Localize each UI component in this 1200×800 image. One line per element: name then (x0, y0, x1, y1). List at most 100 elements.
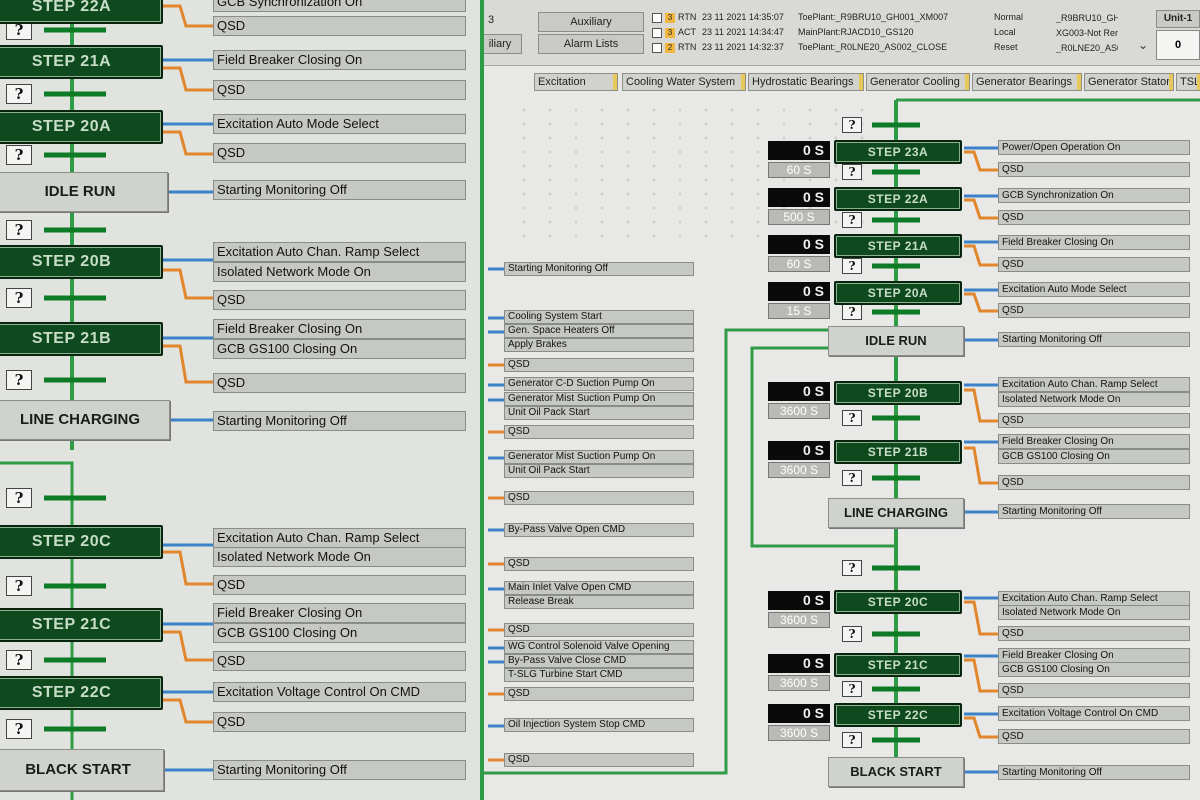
help-button[interactable]: ? (842, 258, 862, 274)
left-signal: Field Breaker Closing On (213, 50, 466, 70)
step-20b-box[interactable]: STEP 20B (0, 245, 163, 279)
help-button[interactable]: ? (842, 410, 862, 426)
help-button[interactable]: ? (6, 370, 32, 390)
step-timer: 0 S (768, 704, 830, 723)
step-20b-box[interactable]: STEP 20B (834, 381, 962, 405)
step-21a-box[interactable]: STEP 21A (0, 45, 163, 79)
step-20a-box[interactable]: STEP 20A (834, 281, 962, 305)
help-button[interactable]: ? (842, 560, 862, 576)
left-signal: QSD (213, 16, 466, 36)
step-label: STEP 21B (867, 445, 929, 459)
background-dot (704, 136, 708, 140)
right-signal: Power/Open Operation On (998, 140, 1190, 155)
help-button[interactable]: ? (842, 732, 862, 748)
step-22a-box[interactable]: STEP 22A (834, 187, 962, 211)
link-line (964, 198, 998, 220)
step-20a-box[interactable]: STEP 20A (0, 110, 163, 144)
black-start-stage[interactable]: BLACK START (828, 757, 964, 787)
background-dot (548, 122, 552, 126)
step-preset: 3600 S (768, 462, 830, 478)
step-21c-box[interactable]: STEP 21C (834, 653, 962, 677)
background-dot (730, 220, 734, 224)
link-line (163, 550, 213, 586)
step-preset: 60 S (768, 256, 830, 272)
right-signal: QSD (998, 303, 1190, 318)
help-button[interactable]: ? (6, 84, 32, 104)
step-21b-box[interactable]: STEP 21B (0, 322, 163, 356)
middle-signal: Starting Monitoring Off (504, 262, 694, 276)
middle-signal: Unit Oil Pack Start (504, 464, 694, 478)
middle-signal: Generator C-D Suction Pump On (504, 377, 694, 391)
link-line (163, 130, 213, 156)
background-dot (756, 220, 760, 224)
help-button[interactable]: ? (6, 576, 32, 596)
background-dot (652, 234, 656, 238)
background-dot (834, 108, 838, 112)
background-dot (600, 108, 604, 112)
background-dot (808, 136, 812, 140)
step-21b-box[interactable]: STEP 21B (834, 440, 962, 464)
background-dot (626, 136, 630, 140)
line-charging-stage[interactable]: LINE CHARGING (828, 498, 964, 528)
help-button[interactable]: ? (842, 164, 862, 180)
idle-run-stage[interactable]: IDLE RUN (828, 326, 964, 356)
help-button[interactable]: ? (842, 117, 862, 133)
help-button[interactable]: ? (842, 212, 862, 228)
line-charging-stage[interactable]: LINE CHARGING (0, 400, 170, 440)
middle-signal: QSD (504, 753, 694, 767)
step-22c-box[interactable]: STEP 22C (834, 703, 962, 727)
background-dot (574, 234, 578, 238)
background-dot (730, 136, 734, 140)
link-line (163, 4, 213, 28)
background-dot (730, 164, 734, 168)
help-button[interactable]: ? (6, 145, 32, 165)
left-signal: Excitation Auto Mode Select (213, 114, 466, 134)
help-button[interactable]: ? (842, 470, 862, 486)
idle-run-stage[interactable]: IDLE RUN (0, 172, 168, 212)
help-button[interactable]: ? (842, 304, 862, 320)
background-dot (626, 122, 630, 126)
step-label: STEP 22A (31, 0, 112, 15)
step-label: STEP 22C (31, 684, 112, 701)
right-signal: Excitation Auto Mode Select (998, 282, 1190, 297)
background-dot (626, 108, 630, 112)
background-dot (548, 136, 552, 140)
step-21a-box[interactable]: STEP 21A (834, 234, 962, 258)
help-button[interactable]: ? (6, 220, 32, 240)
help-button[interactable]: ? (6, 488, 32, 508)
background-dot (600, 178, 604, 182)
background-dot (522, 150, 526, 154)
help-button[interactable]: ? (6, 650, 32, 670)
step-22c-box[interactable]: STEP 22C (0, 676, 163, 710)
background-dot (756, 178, 760, 182)
link-line (163, 66, 213, 92)
left-sequence-pane: ?????????? STEP 22A STEP 21A STEP 20A STEP 2… (0, 0, 482, 800)
step-timer: 0 S (768, 282, 830, 301)
right-signal: Field Breaker Closing On (998, 235, 1190, 250)
step-22a-box[interactable]: STEP 22A (0, 0, 163, 24)
help-button[interactable]: ? (6, 288, 32, 308)
black-start-stage[interactable]: BLACK START (0, 749, 164, 791)
help-button[interactable]: ? (842, 626, 862, 642)
background-dot (756, 108, 760, 112)
background-dot (678, 178, 682, 182)
link-line (964, 658, 998, 693)
background-dot (678, 136, 682, 140)
step-21c-box[interactable]: STEP 21C (0, 608, 163, 642)
background-dot (678, 164, 682, 168)
help-button[interactable]: ? (6, 719, 32, 739)
left-signal: Starting Monitoring Off (213, 180, 466, 200)
step-23a-box[interactable]: STEP 23A (834, 140, 962, 164)
step-20c-box[interactable]: STEP 20C (0, 525, 163, 559)
step-20c-box[interactable]: STEP 20C (834, 590, 962, 614)
link-line (964, 150, 998, 172)
background-dot (652, 192, 656, 196)
link-line (964, 388, 998, 423)
background-dot (808, 122, 812, 126)
right-signal: QSD (998, 626, 1190, 641)
background-dot (730, 150, 734, 154)
background-dot (626, 192, 630, 196)
help-button[interactable]: ? (842, 681, 862, 697)
right-signal: Excitation Auto Chan. Ramp Select (998, 377, 1190, 392)
middle-signal: By-Pass Valve Open CMD (504, 523, 694, 537)
